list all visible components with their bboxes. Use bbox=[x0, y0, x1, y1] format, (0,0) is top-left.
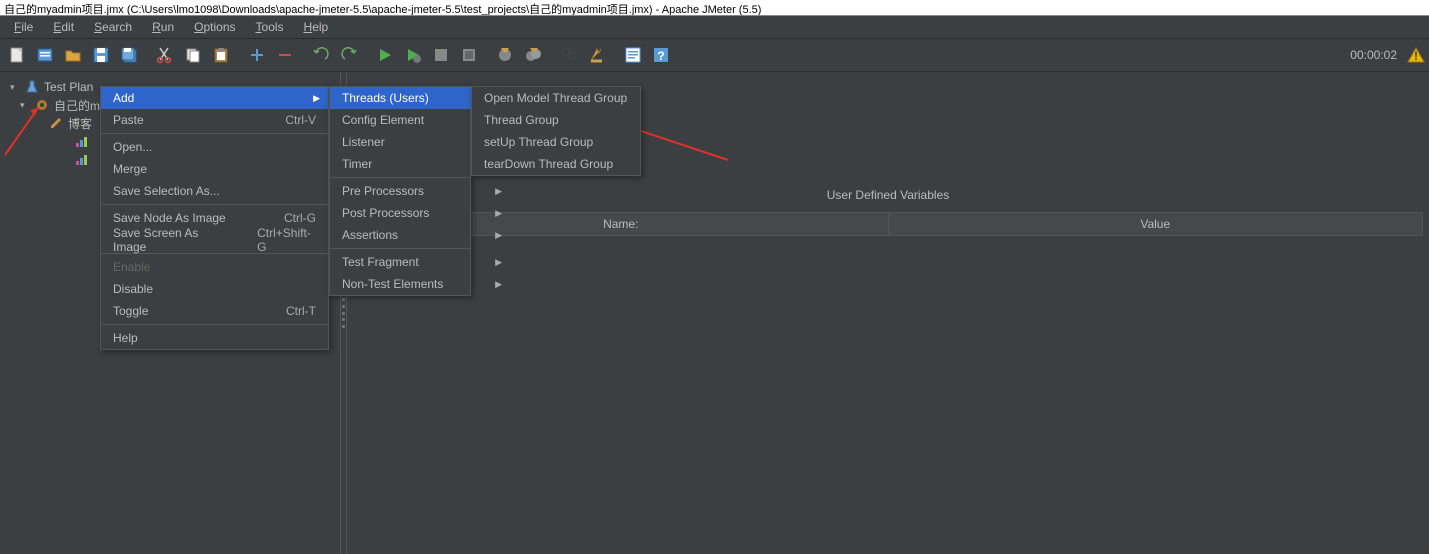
cut-icon[interactable] bbox=[152, 42, 178, 68]
menu-save-screen[interactable]: Save Screen As ImageCtrl+Shift-G bbox=[101, 229, 328, 251]
search-icon[interactable] bbox=[556, 42, 582, 68]
menu-preprocessors[interactable]: Pre Processors▶ bbox=[330, 180, 510, 202]
menu-help[interactable]: Help bbox=[294, 17, 339, 37]
chevron-down-icon[interactable]: ▾ bbox=[10, 82, 20, 93]
menu-enable: Enable bbox=[101, 256, 328, 278]
new-icon[interactable] bbox=[4, 42, 30, 68]
menu-tools[interactable]: Tools bbox=[246, 17, 294, 37]
menu-file[interactable]: File bbox=[4, 17, 43, 37]
menu-fragment[interactable]: Test Fragment▶ bbox=[330, 251, 510, 273]
menu-disable[interactable]: Disable bbox=[101, 278, 328, 300]
menu-options[interactable]: Options bbox=[184, 17, 245, 37]
menu-nontest[interactable]: Non-Test Elements▶ bbox=[330, 273, 510, 295]
menu-help[interactable]: Help bbox=[101, 327, 328, 349]
menu-open-model-thread-group[interactable]: Open Model Thread Group bbox=[472, 87, 652, 109]
menu-paste[interactable]: PasteCtrl-V bbox=[101, 109, 328, 131]
clear-all-icon[interactable] bbox=[520, 42, 546, 68]
context-menu: Add▶ PasteCtrl-V Open... Merge Save Sele… bbox=[100, 86, 329, 350]
menu-teardown-thread-group[interactable]: tearDown Thread Group bbox=[472, 153, 652, 175]
menu-open[interactable]: Open... bbox=[101, 136, 328, 158]
save-icon[interactable] bbox=[88, 42, 114, 68]
table-header: Name: Value bbox=[353, 212, 1423, 236]
menu-thread-group[interactable]: Thread Group bbox=[472, 109, 652, 131]
menu-edit[interactable]: Edit bbox=[43, 17, 84, 37]
beaker-icon bbox=[24, 79, 40, 95]
help-icon[interactable]: ? bbox=[648, 42, 674, 68]
result-icon bbox=[74, 133, 90, 149]
svg-text:!: ! bbox=[1414, 49, 1418, 63]
stop-icon[interactable] bbox=[428, 42, 454, 68]
toolbar: ? 00:00:02 ! bbox=[0, 39, 1429, 72]
column-value[interactable]: Value bbox=[889, 213, 1423, 235]
start-no-icon[interactable] bbox=[400, 42, 426, 68]
warning-icon[interactable]: ! bbox=[1407, 46, 1425, 64]
paste-icon[interactable] bbox=[208, 42, 234, 68]
add-icon[interactable] bbox=[244, 42, 270, 68]
chevron-down-icon[interactable]: ▾ bbox=[20, 100, 30, 111]
menu-assertions[interactable]: Assertions▶ bbox=[330, 224, 510, 246]
menu-merge[interactable]: Merge bbox=[101, 158, 328, 180]
open-icon[interactable] bbox=[60, 42, 86, 68]
menu-save-selection[interactable]: Save Selection As... bbox=[101, 180, 328, 202]
elapsed-timer: 00:00:02 bbox=[1350, 48, 1397, 62]
menu-run[interactable]: Run bbox=[142, 17, 184, 37]
clear-icon[interactable] bbox=[492, 42, 518, 68]
pencil-icon bbox=[48, 115, 64, 131]
submenu-add: Threads (Users)▶ Config Element▶ Listene… bbox=[329, 86, 471, 296]
redo-icon[interactable] bbox=[336, 42, 362, 68]
reset-search-icon[interactable] bbox=[584, 42, 610, 68]
menubar: File Edit Search Run Options Tools Help bbox=[0, 16, 1429, 39]
tree-node-2-label: 博客 bbox=[68, 115, 92, 132]
shutdown-icon[interactable] bbox=[456, 42, 482, 68]
menu-postprocessors[interactable]: Post Processors▶ bbox=[330, 202, 510, 224]
undo-icon[interactable] bbox=[308, 42, 334, 68]
menu-setup-thread-group[interactable]: setUp Thread Group bbox=[472, 131, 652, 153]
menu-search[interactable]: Search bbox=[84, 17, 142, 37]
tree-root-label: Test Plan bbox=[44, 80, 93, 94]
svg-text:?: ? bbox=[657, 49, 664, 63]
start-icon[interactable] bbox=[372, 42, 398, 68]
gear-icon bbox=[34, 97, 50, 113]
function-helper-icon[interactable] bbox=[620, 42, 646, 68]
menu-add[interactable]: Add▶ bbox=[101, 87, 328, 109]
tree-node-1-label: 自己的m bbox=[54, 97, 100, 114]
submenu-threads: Open Model Thread Group Thread Group set… bbox=[471, 86, 641, 176]
save-all-icon[interactable] bbox=[116, 42, 142, 68]
result-icon bbox=[74, 151, 90, 167]
remove-icon[interactable] bbox=[272, 42, 298, 68]
menu-toggle[interactable]: ToggleCtrl-T bbox=[101, 300, 328, 322]
templates-icon[interactable] bbox=[32, 42, 58, 68]
window-titlebar: 自己的myadmin项目.jmx (C:\Users\lmo1098\Downl… bbox=[0, 0, 1429, 16]
copy-icon[interactable] bbox=[180, 42, 206, 68]
